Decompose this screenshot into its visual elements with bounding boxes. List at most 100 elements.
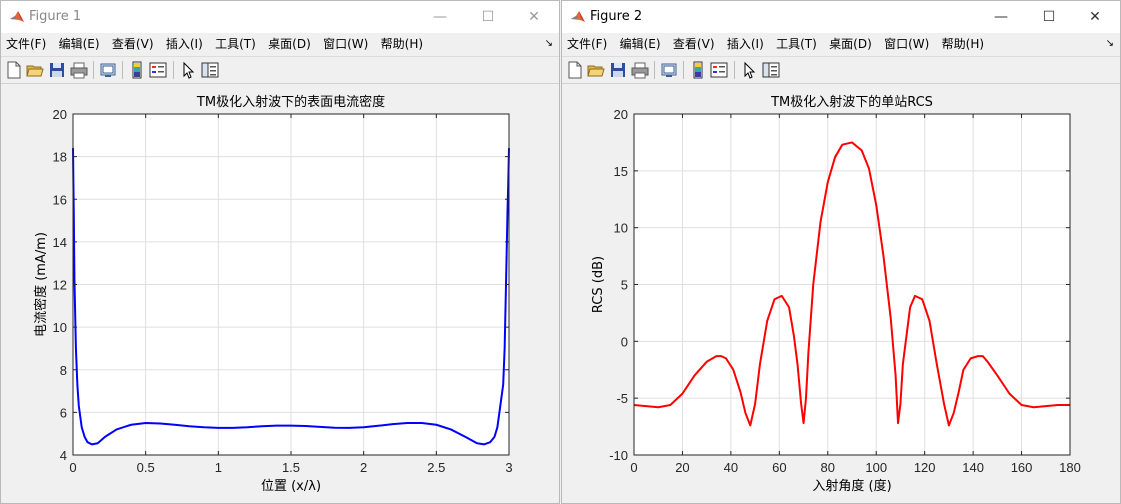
x-tick-label: 40 [724,460,738,475]
save-icon[interactable] [48,61,66,79]
toolbar [562,56,1120,84]
x-axis-label: 位置 (x/λ) [261,479,321,494]
menu-file[interactable]: 文件(F) [563,33,611,55]
colorbar-icon[interactable] [128,61,146,79]
x-tick-label: 60 [772,460,786,475]
colorbar-icon[interactable] [689,61,707,79]
x-tick-label: 80 [821,460,835,475]
x-tick-label: 0 [69,460,76,475]
x-tick-label: 1.5 [282,460,300,475]
minimize-button[interactable]: — [417,1,463,33]
menu-tools[interactable]: 工具(T) [211,33,260,55]
y-tick-label: 8 [60,363,67,378]
minimize-button[interactable]: — [978,1,1024,33]
maximize-button[interactable]: ☐ [465,1,511,33]
x-tick-label: 0.5 [137,460,155,475]
window-title: Figure 1 [29,9,82,24]
toolbar-separator [654,61,655,79]
title-bar[interactable]: Figure 1 — ☐ ✕ [1,1,559,33]
toolbar [1,56,559,84]
matlab-logo-icon [571,11,585,22]
y-tick-label: 10 [53,320,67,335]
x-tick-label: 120 [914,460,936,475]
menu-help[interactable]: 帮助(H) [938,33,988,55]
menu-window[interactable]: 窗口(W) [880,33,933,55]
y-tick-label: -5 [616,391,628,406]
y-tick-label: 18 [53,150,67,165]
menu-edit[interactable]: 编辑(E) [55,33,104,55]
y-tick-label: 14 [53,235,67,250]
close-button[interactable]: ✕ [1072,1,1118,33]
pointer-icon[interactable] [179,61,197,79]
y-tick-label: 16 [53,192,67,207]
y-tick-label: 20 [53,107,67,122]
legend-icon[interactable] [149,61,167,79]
title-bar[interactable]: Figure 2 — ☐ ✕ [562,1,1120,33]
chart-title: TM极化入射波下的表面电流密度 [196,94,385,110]
link-icon[interactable] [99,61,117,79]
print-icon[interactable] [70,61,88,79]
new-figure-icon[interactable] [5,61,23,79]
maximize-button[interactable]: ☐ [1026,1,1072,33]
x-tick-label: 20 [675,460,689,475]
matlab-logo-icon [10,11,24,22]
toolbar-separator [734,61,735,79]
property-inspector-icon[interactable] [762,61,780,79]
chart-title: TM极化入射波下的单站RCS [770,94,933,110]
x-tick-label: 2.5 [427,460,445,475]
monostatic-rcs-chart[interactable]: 0 20 40 60 80 100 120 140 160 180 -10 -5 0 5 10 15 20 TM极… [562,83,1120,503]
new-figure-icon[interactable] [566,61,584,79]
pointer-icon[interactable] [740,61,758,79]
legend-icon[interactable] [710,61,728,79]
dock-arrow-icon[interactable]: ↘ [1106,33,1114,55]
menu-insert[interactable]: 插入(I) [162,33,207,55]
y-tick-label: 20 [614,107,628,122]
x-tick-label: 100 [865,460,887,475]
menu-file[interactable]: 文件(F) [2,33,50,55]
y-tick-label: 15 [614,164,628,179]
y-tick-label: 5 [621,278,628,293]
y-tick-label: 0 [621,334,628,349]
menu-edit[interactable]: 编辑(E) [616,33,665,55]
toolbar-separator [122,61,123,79]
toolbar-separator [93,61,94,79]
toolbar-separator [683,61,684,79]
x-axis-label: 入射角度 (度) [812,478,891,494]
print-icon[interactable] [631,61,649,79]
y-tick-label: -10 [609,448,628,463]
figure-1-window[interactable]: Figure 1 — ☐ ✕ 文件(F) 编辑(E) 查看(V) 插入(I) 工… [0,0,560,504]
x-tick-label: 2 [360,460,367,475]
menu-insert[interactable]: 插入(I) [723,33,768,55]
menu-tools[interactable]: 工具(T) [772,33,821,55]
x-tick-label: 0 [630,460,637,475]
x-tick-label: 140 [962,460,984,475]
y-tick-label: 10 [614,221,628,236]
menu-view[interactable]: 查看(V) [669,33,719,55]
menu-view[interactable]: 查看(V) [108,33,158,55]
open-file-icon[interactable] [26,61,44,79]
y-axis-label: RCS (dB) [591,256,606,313]
y-tick-label: 12 [53,278,67,293]
dock-arrow-icon[interactable]: ↘ [545,33,553,55]
toolbar-separator [173,61,174,79]
menu-desktop[interactable]: 桌面(D) [264,33,315,55]
y-tick-label: 4 [60,448,67,463]
y-tick-label: 6 [60,405,67,420]
x-tick-label: 3 [505,460,512,475]
menu-desktop[interactable]: 桌面(D) [825,33,876,55]
menu-bar: 文件(F) 编辑(E) 查看(V) 插入(I) 工具(T) 桌面(D) 窗口(W… [562,33,1120,55]
open-file-icon[interactable] [587,61,605,79]
close-button[interactable]: ✕ [511,1,557,33]
x-tick-label: 180 [1059,460,1081,475]
menu-help[interactable]: 帮助(H) [377,33,427,55]
link-icon[interactable] [660,61,678,79]
x-tick-label: 1 [215,460,222,475]
x-tick-label: 160 [1011,460,1033,475]
y-axis-label: 电流密度 (mA/m) [33,232,49,337]
save-icon[interactable] [609,61,627,79]
figure-2-window[interactable]: Figure 2 — ☐ ✕ 文件(F) 编辑(E) 查看(V) 插入(I) 工… [561,0,1121,504]
window-title: Figure 2 [590,9,643,24]
menu-window[interactable]: 窗口(W) [319,33,372,55]
property-inspector-icon[interactable] [201,61,219,79]
current-density-chart[interactable]: 0 0.5 1 1.5 2 2.5 3 4 6 8 10 12 14 16 18 20 TM极化入射波下的表面电… [1,83,559,503]
